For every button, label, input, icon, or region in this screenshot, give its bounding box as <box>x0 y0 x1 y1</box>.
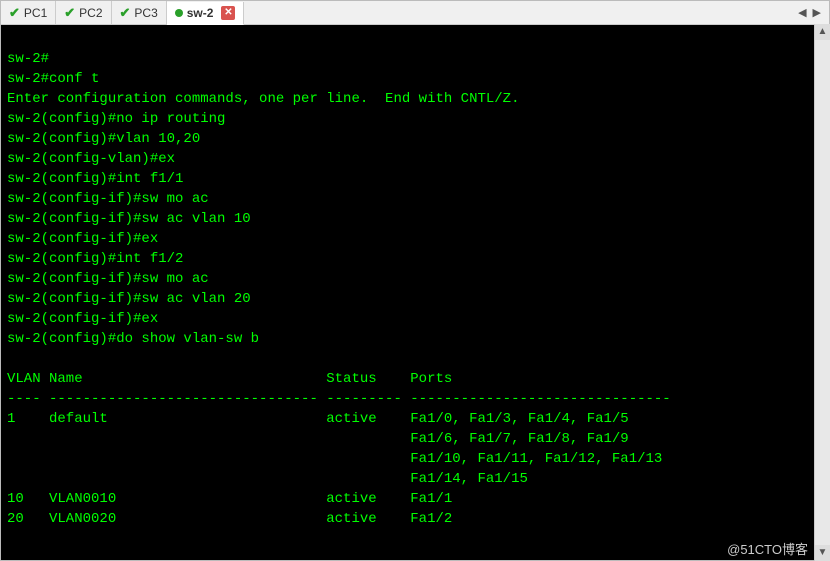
tab-label: sw-2 <box>187 6 214 20</box>
scrollbar[interactable]: ▲ ▼ <box>814 24 830 561</box>
terminal-text: sw-2# sw-2#conf t Enter configuration co… <box>7 49 823 529</box>
tab-bar: ✔ PC1 ✔ PC2 ✔ PC3 sw-2 ✕ ◀ ▶ <box>1 1 829 25</box>
tab-pc3[interactable]: ✔ PC3 <box>112 1 167 24</box>
tab-sw-2[interactable]: sw-2 ✕ <box>167 2 245 25</box>
next-tab-button[interactable]: ▶ <box>813 6 821 19</box>
status-dot-icon <box>175 9 183 17</box>
tab-label: PC1 <box>24 6 47 20</box>
tab-label: PC3 <box>134 6 157 20</box>
prev-tab-button[interactable]: ◀ <box>798 6 806 19</box>
scroll-down-icon[interactable]: ▼ <box>815 545 830 561</box>
tab-pc1[interactable]: ✔ PC1 <box>1 1 56 24</box>
tab-nav: ◀ ▶ <box>790 6 829 19</box>
tab-label: PC2 <box>79 6 102 20</box>
watermark: @51CTO博客 <box>727 539 808 558</box>
check-icon: ✔ <box>120 5 131 21</box>
close-tab-button[interactable]: ✕ <box>221 6 235 20</box>
check-icon: ✔ <box>9 5 20 21</box>
tab-pc2[interactable]: ✔ PC2 <box>56 1 111 24</box>
check-icon: ✔ <box>64 5 75 21</box>
scroll-up-icon[interactable]: ▲ <box>815 24 830 40</box>
terminal-output[interactable]: sw-2# sw-2#conf t Enter configuration co… <box>1 25 829 560</box>
